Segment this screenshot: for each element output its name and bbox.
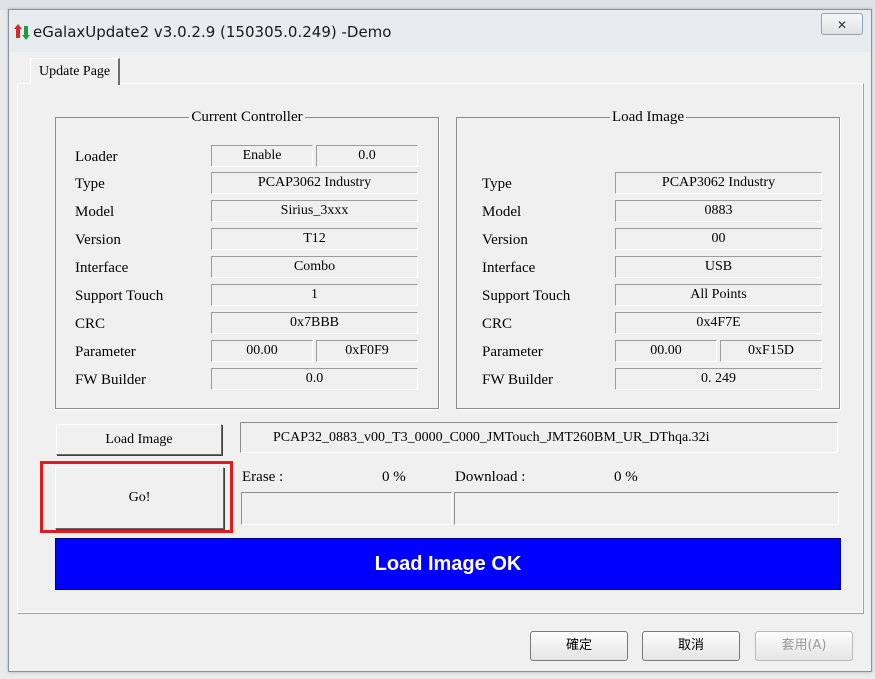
app-icon bbox=[14, 24, 30, 40]
li-interface-value: USB bbox=[615, 256, 822, 278]
download-progress-bar bbox=[454, 492, 839, 525]
apply-button[interactable]: 套用(A) bbox=[755, 631, 853, 661]
window-title: eGalaxUpdate2 v3.0.2.9 (150305.0.249) -D… bbox=[33, 23, 392, 41]
title-bar[interactable]: eGalaxUpdate2 v3.0.2.9 (150305.0.249) -D… bbox=[9, 10, 871, 52]
cc-crc-value: 0x7BBB bbox=[211, 312, 418, 334]
li-model-value: 0883 bbox=[615, 200, 822, 222]
tab-update-page[interactable]: Update Page bbox=[30, 58, 121, 85]
status-message-bar: Load Image OK bbox=[55, 538, 841, 590]
cc-support-touch-label: Support Touch bbox=[75, 288, 164, 304]
download-percent: 0 % bbox=[614, 469, 638, 485]
load-image-group-title: Load Image bbox=[609, 109, 687, 125]
cc-type-value: PCAP3062 Industry bbox=[211, 172, 418, 194]
li-fw-builder-label: FW Builder bbox=[482, 372, 553, 388]
li-type-label: Type bbox=[482, 176, 512, 192]
cc-model-label: Model bbox=[75, 204, 115, 220]
close-icon[interactable]: ✕ bbox=[821, 13, 863, 35]
image-path-field[interactable]: PCAP32_0883_v00_T3_0000_C000_JMTouch_JMT… bbox=[240, 422, 838, 453]
cc-type-label: Type bbox=[75, 176, 105, 192]
cc-fw-builder-value: 0.0 bbox=[211, 368, 418, 390]
cc-version-value: T12 bbox=[211, 228, 418, 250]
cc-loader-label: Loader bbox=[75, 149, 118, 165]
cc-fw-builder-label: FW Builder bbox=[75, 372, 146, 388]
li-model-label: Model bbox=[482, 204, 522, 220]
cc-parameter-value-2: 0xF0F9 bbox=[316, 340, 418, 362]
li-parameter-label: Parameter bbox=[482, 344, 543, 360]
li-version-label: Version bbox=[482, 232, 528, 248]
li-fw-builder-value: 0. 249 bbox=[615, 368, 822, 390]
li-parameter-value-2: 0xF15D bbox=[720, 340, 822, 362]
li-version-value: 00 bbox=[615, 228, 822, 250]
ok-button[interactable]: 確定 bbox=[530, 631, 628, 661]
cc-parameter-value-1: 00.00 bbox=[211, 340, 313, 362]
li-parameter-value-1: 00.00 bbox=[615, 340, 717, 362]
cc-interface-value: Combo bbox=[211, 256, 418, 278]
download-label: Download : bbox=[455, 469, 526, 485]
cc-model-value: Sirius_3xxx bbox=[211, 200, 418, 222]
cc-crc-label: CRC bbox=[75, 316, 106, 332]
li-support-touch-label: Support Touch bbox=[482, 288, 571, 304]
go-button[interactable]: Go! bbox=[55, 467, 224, 529]
erase-percent: 0 % bbox=[382, 469, 406, 485]
li-crc-label: CRC bbox=[482, 316, 513, 332]
load-image-button[interactable]: Load Image bbox=[56, 424, 222, 455]
cc-loader-value: Enable bbox=[211, 145, 313, 167]
current-controller-title: Current Controller bbox=[189, 109, 305, 125]
li-interface-label: Interface bbox=[482, 260, 536, 276]
cc-interface-label: Interface bbox=[75, 260, 129, 276]
cc-parameter-label: Parameter bbox=[75, 344, 136, 360]
erase-progress-bar bbox=[241, 492, 452, 525]
li-crc-value: 0x4F7E bbox=[615, 312, 822, 334]
erase-label: Erase : bbox=[242, 469, 284, 485]
cc-version-label: Version bbox=[75, 232, 121, 248]
li-support-touch-value: All Points bbox=[615, 284, 822, 306]
cc-loader-version-value: 0.0 bbox=[316, 145, 418, 167]
li-type-value: PCAP3062 Industry bbox=[615, 172, 822, 194]
cc-support-touch-value: 1 bbox=[211, 284, 418, 306]
cancel-button[interactable]: 取消 bbox=[642, 631, 740, 661]
